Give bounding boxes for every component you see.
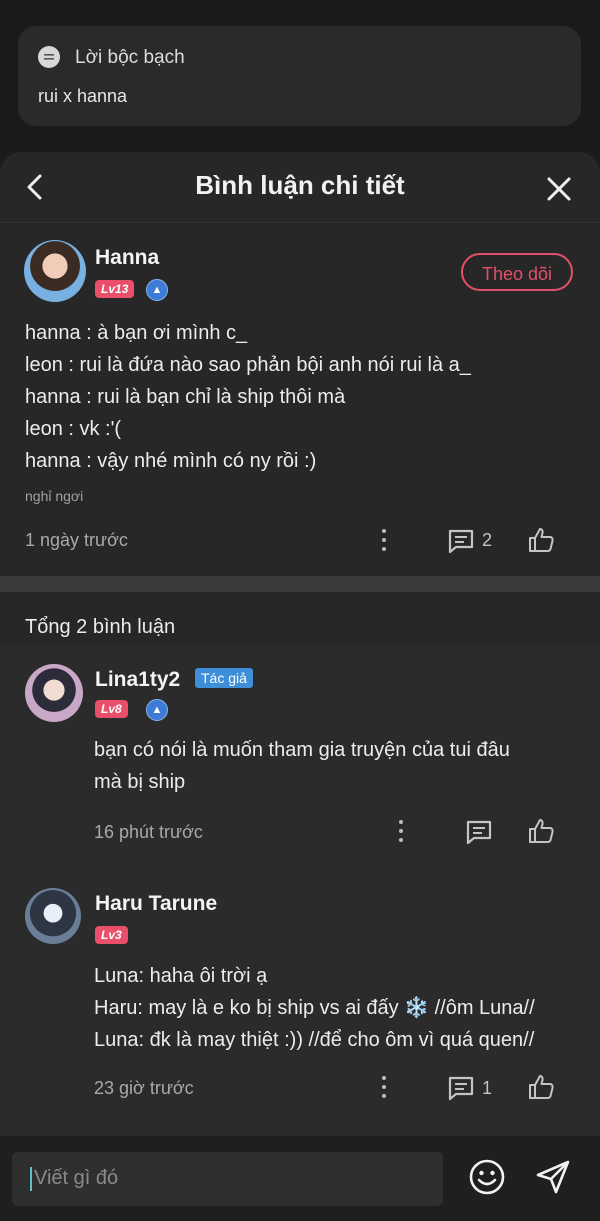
- post-preview-card[interactable]: Lời bộc bạch rui x hanna: [18, 26, 581, 126]
- text-caret: [30, 1167, 32, 1191]
- rank-shield-icon: ▲: [146, 279, 168, 301]
- reply-count: 1: [482, 1078, 493, 1098]
- level-badge: Lv8: [95, 700, 128, 718]
- reply-icon[interactable]: [447, 1075, 475, 1101]
- reply-item: Haru Tarune Lv3 Luna: haha ôi trời ạ Har…: [0, 868, 600, 1136]
- comment-line: hanna : rui là bạn chỉ là ship thôi mà: [25, 386, 346, 408]
- comment-line: hanna : à bạn ơi mình c_: [25, 322, 248, 344]
- reply-line: bạn có nói là muốn tham gia truyện của t…: [94, 739, 510, 761]
- like-icon[interactable]: [527, 817, 555, 845]
- more-options-icon[interactable]: [381, 1076, 387, 1100]
- avatar[interactable]: [24, 240, 86, 302]
- reply-body: bạn có nói là muốn tham gia truyện của t…: [94, 734, 584, 798]
- follow-button[interactable]: Theo dõi: [461, 253, 573, 291]
- comment-line: leon : rui là đứa nào sao phản bội anh n…: [25, 354, 471, 376]
- comment-time: 1 ngày trước: [25, 530, 128, 550]
- sheet-title: Bình luận chi tiết: [195, 170, 405, 200]
- reply-item: Lina1ty2 Tác giả Lv8 ▲ bạn có nói là muố…: [0, 644, 600, 868]
- post-category: Lời bộc bạch: [75, 47, 185, 68]
- section-divider: [0, 576, 600, 592]
- emoji-icon[interactable]: [468, 1158, 506, 1196]
- reply-icon[interactable]: [465, 819, 493, 845]
- avatar[interactable]: [25, 888, 81, 944]
- reply-body: Luna: haha ôi trời ạ Haru: may là e ko b…: [94, 960, 584, 1056]
- like-icon[interactable]: [527, 526, 555, 554]
- comment-line: hanna : vậy nhé mình có ny rồi :): [25, 450, 317, 472]
- reply-time: 16 phút trước: [94, 822, 203, 842]
- reply-line: Luna: haha ôi trời ạ: [94, 965, 268, 987]
- sheet-header: Bình luận chi tiết: [0, 152, 600, 223]
- reply-line: Haru: may là e ko bị ship vs ai đấy ❄️ /…: [94, 997, 535, 1019]
- more-options-icon[interactable]: [398, 820, 404, 844]
- comment-line: leon : vk :'(: [25, 418, 122, 440]
- comment-detail-sheet: Bình luận chi tiết Hanna Lv13 ▲ Theo dõi…: [0, 152, 600, 1221]
- reply-count: 2: [482, 530, 493, 550]
- comment-composer: Viết gì đó: [0, 1136, 600, 1221]
- reply-line: Luna: đk là may thiệt :)) //để cho ôm vì…: [94, 1029, 535, 1051]
- like-icon[interactable]: [527, 1073, 555, 1101]
- category-icon: [38, 46, 60, 68]
- comment-author[interactable]: Hanna: [95, 246, 159, 270]
- close-icon[interactable]: [546, 176, 572, 202]
- post-title: rui x hanna: [38, 86, 128, 106]
- level-badge: Lv3: [95, 926, 128, 944]
- comment-body: hanna : à bạn ơi mình c_ leon : rui là đ…: [25, 317, 585, 477]
- level-badge: Lv13: [95, 280, 135, 298]
- reply-author[interactable]: Lina1ty2: [95, 668, 180, 692]
- reply-icon[interactable]: [447, 528, 475, 554]
- reply-author[interactable]: Haru Tarune: [95, 892, 217, 916]
- total-comments-label: Tổng 2 bình luận: [25, 616, 176, 638]
- author-badge: Tác giả: [195, 668, 253, 688]
- comment-tag: nghỉ ngơi: [25, 488, 84, 504]
- more-options-icon[interactable]: [381, 529, 387, 553]
- reply-time: 23 giờ trước: [94, 1078, 194, 1098]
- reply-line: mà bị ship: [94, 771, 186, 793]
- comment-input-placeholder: Viết gì đó: [34, 1167, 119, 1189]
- rank-shield-icon: ▲: [146, 699, 168, 721]
- avatar[interactable]: [25, 664, 83, 722]
- comment-input[interactable]: Viết gì đó: [12, 1152, 443, 1206]
- send-icon[interactable]: [534, 1158, 572, 1196]
